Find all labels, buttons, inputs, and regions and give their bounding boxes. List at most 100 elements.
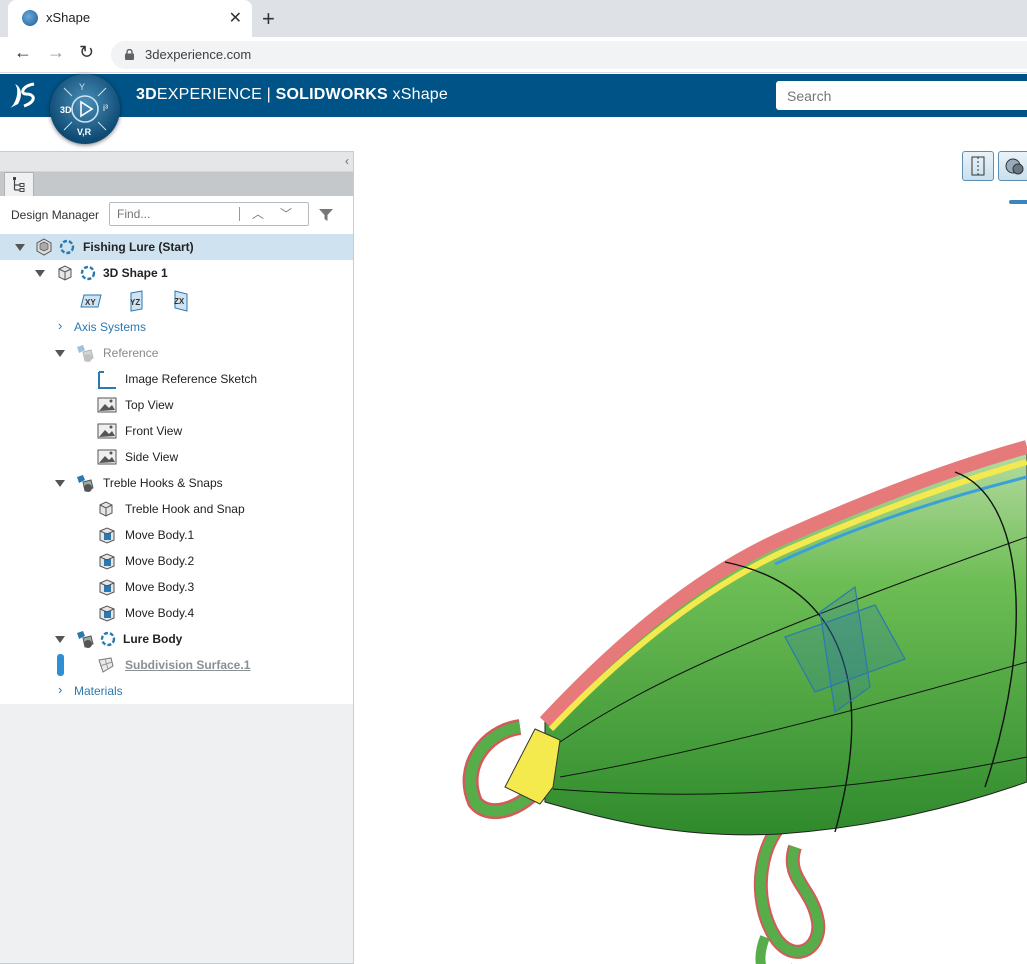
sketch-icon [98,371,116,389]
image-icon [97,423,117,439]
geometric-set-icon [77,631,94,648]
3d-viewport[interactable] [355,117,1027,964]
ds-logo-icon [10,82,35,108]
move-body-icon [99,527,115,544]
find-previous-icon[interactable]: ︿ [252,205,264,222]
design-manager-label: Design Manager [11,208,100,222]
find-input[interactable] [110,203,235,225]
tree-item-lure-body[interactable]: Lure Body [0,626,353,652]
tree-item-label: Subdivision Surface.1 [125,658,251,672]
collapse-arrow-icon[interactable] [35,270,45,277]
browser-toolbar: ← → ↻ 3dexperience.com [0,37,1027,73]
yz-plane-icon[interactable]: YZ [127,290,145,312]
shape-icon [58,265,72,281]
tree-item-label: Move Body.1 [125,528,195,542]
url-text: 3dexperience.com [145,47,252,62]
compass-widget[interactable]: 3D V,R i³ Y [50,74,120,144]
tab-tree[interactable] [4,172,34,196]
filter-icon[interactable] [318,207,334,223]
tree-item-move-body-2[interactable]: Move Body.2 [0,548,353,574]
panel-tabs [0,172,353,196]
move-body-icon [99,579,115,596]
subdivision-icon [98,657,114,673]
collapse-panel-icon[interactable]: ‹ [345,154,349,168]
tree-item-move-body-1[interactable]: Move Body.1 [0,522,353,548]
tree-item-top-view[interactable]: Top View [0,392,353,418]
tree-item-subdivision-surface-1[interactable]: Subdivision Surface.1 [0,652,353,678]
search-input[interactable] [776,81,1027,110]
search-field[interactable] [776,81,1027,110]
tree-item-treble-hooks-snaps[interactable]: Treble Hooks & Snaps [0,470,353,496]
tree-item-axis-systems[interactable]: › Axis Systems [0,314,353,340]
compass-icon: 3D V,R i³ Y [60,82,108,137]
geometric-set-icon [77,475,94,492]
tree-item-front-view[interactable]: Front View [0,418,353,444]
xy-plane-icon[interactable]: XY [80,292,102,310]
lock-icon [125,49,134,60]
tree-item-label: Top View [125,398,174,412]
find-next-icon[interactable]: ﹀ [280,205,292,222]
feature-tree: Fishing Lure (Start) 3D Shape 1 XY YZ ZX… [0,234,353,704]
update-icon [59,239,75,255]
tree-item-move-body-3[interactable]: Move Body.3 [0,574,353,600]
tree-item-materials[interactable]: › Materials [0,678,353,704]
tree-icon [13,177,25,192]
browser-tabstrip: xShape ✕ + [0,0,1027,37]
tree-item-label: Move Body.4 [125,606,195,620]
tree-item-label: Materials [74,684,123,698]
move-body-icon [99,605,115,622]
close-tab-icon[interactable]: ✕ [229,8,242,28]
tree-item-label: Move Body.2 [125,554,195,568]
geometric-set-icon [77,345,94,362]
find-separator [239,207,240,221]
tree-item-label: Front View [125,424,183,438]
favicon-icon [22,10,38,26]
back-icon[interactable]: ← [14,42,32,63]
tree-item-image-reference-sketch[interactable]: Image Reference Sketch [0,366,353,392]
tab-title: xShape [46,10,91,25]
collapse-arrow-icon[interactable] [55,636,65,643]
browser-tab[interactable]: xShape ✕ [8,0,252,37]
reload-icon[interactable]: ↻ [79,42,94,63]
tree-item-treble-hook-and-snap[interactable]: Treble Hook and Snap [0,496,353,522]
image-icon [97,397,117,413]
tree-item-label: 3D Shape 1 [103,266,168,280]
tree-item-label: Treble Hook and Snap [125,502,245,516]
tree-item-fishing-lure[interactable]: Fishing Lure (Start) [0,234,353,260]
app-header: 3DEXPERIENCE | SOLIDWORKS xShape [0,74,1027,117]
forward-icon[interactable]: → [47,42,65,63]
tree-item-3d-shape-1[interactable]: 3D Shape 1 [0,260,353,286]
update-icon [80,265,96,281]
image-icon [97,449,117,465]
svg-text:3D: 3D [60,105,72,115]
address-bar[interactable]: 3dexperience.com [111,41,1027,69]
svg-text:i³: i³ [103,103,108,113]
svg-text:YZ: YZ [130,298,140,307]
panel-titlebar: ‹ [0,152,353,172]
tree-item-label: Fishing Lure (Start) [83,240,194,254]
lure-model [462,440,1027,964]
tree-item-label: Side View [125,450,179,464]
tree-item-side-view[interactable]: Side View [0,444,353,470]
expand-chevron-icon[interactable]: › [58,682,62,697]
find-field[interactable]: ︿ ﹀ [109,202,309,226]
planes-row: XY YZ ZX [0,286,353,316]
tree-item-move-body-4[interactable]: Move Body.4 [0,600,353,626]
tree-item-label: Axis Systems [74,320,147,334]
svg-text:XY: XY [85,298,96,307]
assembly-icon [36,238,52,256]
body-icon [99,501,113,517]
collapse-arrow-icon[interactable] [15,244,25,251]
design-manager-panel: ‹ Design Manager ︿ ﹀ [0,151,354,964]
tree-item-label: Treble Hooks & Snaps [103,476,223,490]
tree-item-label: Lure Body [123,632,183,646]
expand-chevron-icon[interactable]: › [58,318,62,333]
tree-item-reference[interactable]: Reference [0,340,353,366]
collapse-arrow-icon[interactable] [55,480,65,487]
svg-text:ZX: ZX [174,297,185,306]
tree-item-label: Reference [103,346,159,360]
tree-item-label: Image Reference Sketch [125,372,258,386]
new-tab-button[interactable]: + [262,6,275,32]
zx-plane-icon[interactable]: ZX [172,290,190,312]
collapse-arrow-icon[interactable] [55,350,65,357]
